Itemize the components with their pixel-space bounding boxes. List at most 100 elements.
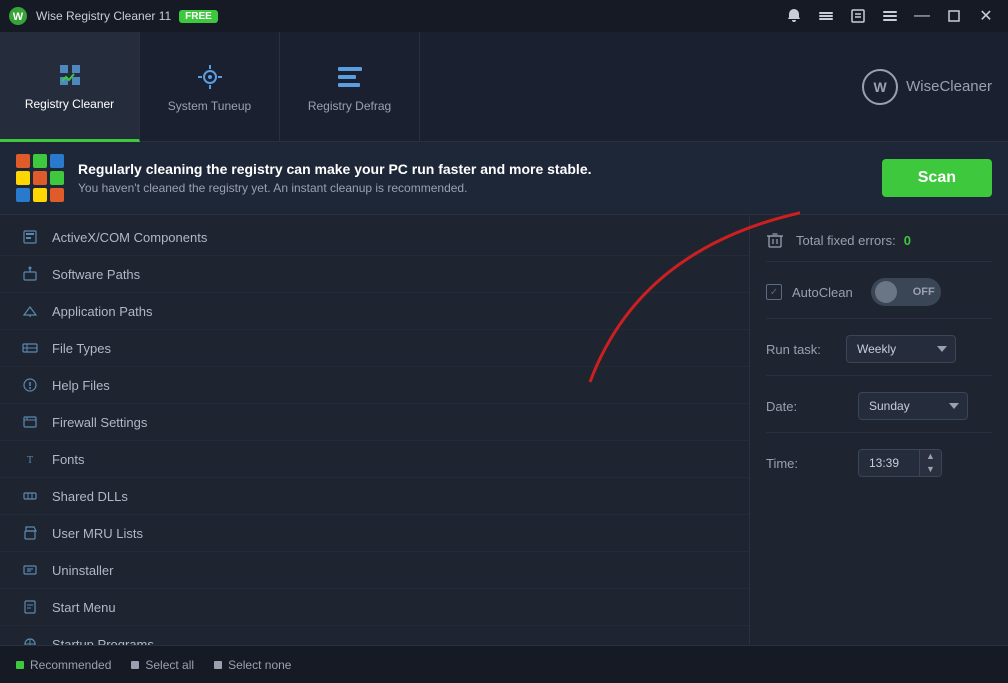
notification-icon <box>786 8 802 24</box>
banner-square-7 <box>16 188 30 202</box>
category-label: Software Paths <box>52 267 140 282</box>
banner-square-6 <box>50 171 64 185</box>
bookmark-icon-btn[interactable] <box>844 4 872 28</box>
time-decrement-btn[interactable]: ▼ <box>920 463 941 476</box>
svg-text:T: T <box>27 455 33 466</box>
notification-icon-btn[interactable] <box>780 4 808 28</box>
category-item[interactable]: Shared DLLs <box>0 478 749 515</box>
category-item[interactable]: Firewall Settings <box>0 404 749 441</box>
banner-square-5 <box>33 171 47 185</box>
category-item[interactable]: Help Files <box>0 367 749 404</box>
trash-icon <box>766 231 784 249</box>
status-dot-select-all <box>131 661 139 669</box>
system-tuneup-icon <box>194 61 226 93</box>
category-icon <box>20 525 40 541</box>
banner-square-1 <box>16 154 30 168</box>
category-label: Startup Programs <box>52 637 154 646</box>
status-select-all[interactable]: Select all <box>131 658 194 672</box>
autocln-toggle[interactable]: OFF <box>871 278 941 306</box>
app-title: Wise Registry Cleaner 11 <box>36 9 171 23</box>
category-label: Application Paths <box>52 304 152 319</box>
tab-registry-defrag[interactable]: Registry Defrag <box>280 32 420 142</box>
free-badge: FREE <box>179 10 218 23</box>
menu-icon-btn[interactable] <box>876 4 904 28</box>
status-recommended[interactable]: Recommended <box>16 658 111 672</box>
svg-text:W: W <box>13 11 24 23</box>
category-item[interactable]: Startup Programs <box>0 626 749 645</box>
status-label-select-all: Select all <box>145 658 194 672</box>
time-wrapper: 13:39 ▲ ▼ <box>858 449 942 477</box>
category-item[interactable]: Software Paths <box>0 256 749 293</box>
total-fixed-label: Total fixed errors: <box>796 233 896 248</box>
category-label: Fonts <box>52 452 85 467</box>
category-icon <box>20 377 40 393</box>
category-label: Start Menu <box>52 600 116 615</box>
registry-cleaner-icon <box>54 59 86 91</box>
settings-icon <box>818 8 834 24</box>
tab-system-tuneup-label: System Tuneup <box>168 99 251 113</box>
right-panel: Total fixed errors: 0 ✓ AutoClean OFF Ru… <box>750 215 1008 645</box>
category-item[interactable]: ActiveX/COM Components <box>0 219 749 256</box>
date-label: Date: <box>766 399 846 414</box>
category-label: Shared DLLs <box>52 489 128 504</box>
title-left: W Wise Registry Cleaner 11 FREE <box>8 6 218 26</box>
category-icon <box>20 562 40 578</box>
banner-square-2 <box>33 154 47 168</box>
total-fixed-value: 0 <box>904 233 911 248</box>
banner-square-4 <box>16 171 30 185</box>
category-icon <box>20 414 40 430</box>
autocln-label: AutoClean <box>792 285 853 300</box>
banner-main-text: Regularly cleaning the registry can make… <box>78 161 868 177</box>
scan-button[interactable]: Scan <box>882 159 992 197</box>
status-label-select-none: Select none <box>228 658 291 672</box>
tab-registry-cleaner[interactable]: Registry Cleaner <box>0 32 140 142</box>
close-button[interactable]: ✕ <box>972 4 1000 28</box>
category-icon <box>20 599 40 615</box>
autocln-row: ✓ AutoClean OFF <box>766 278 992 319</box>
run-task-row: Run task: Weekly Daily Monthly <box>766 335 992 376</box>
main-content: ActiveX/COM Components Software Paths Ap… <box>0 215 1008 645</box>
bookmark-icon <box>850 8 866 24</box>
category-label: Help Files <box>52 378 110 393</box>
maximize-button[interactable] <box>940 4 968 28</box>
brand-area: W WiseCleaner <box>862 69 992 105</box>
banner-square-8 <box>33 188 47 202</box>
category-icon <box>20 340 40 356</box>
time-row: Time: 13:39 ▲ ▼ <box>766 449 992 489</box>
status-select-none[interactable]: Select none <box>214 658 291 672</box>
category-item[interactable]: T Fonts <box>0 441 749 478</box>
date-row: Date: Sunday Monday Tuesday Wednesday Th… <box>766 392 992 433</box>
category-icon <box>20 266 40 282</box>
status-dot-recommended <box>16 661 24 669</box>
maximize-icon <box>948 10 960 22</box>
toggle-knob <box>875 281 897 303</box>
registry-defrag-icon <box>334 61 366 93</box>
menu-icon <box>882 8 898 24</box>
tab-registry-defrag-label: Registry Defrag <box>308 99 391 113</box>
category-icon: T <box>20 451 40 467</box>
category-item[interactable]: Uninstaller <box>0 552 749 589</box>
date-select[interactable]: Sunday Monday Tuesday Wednesday Thursday… <box>858 392 968 420</box>
run-task-label: Run task: <box>766 342 846 357</box>
app-logo-icon: W <box>8 6 28 26</box>
total-fixed-row: Total fixed errors: 0 <box>766 231 992 262</box>
time-display: 13:39 <box>859 450 919 476</box>
category-label: Uninstaller <box>52 563 113 578</box>
category-item[interactable]: Application Paths <box>0 293 749 330</box>
category-label: File Types <box>52 341 111 356</box>
banner-icon <box>16 154 64 202</box>
category-item[interactable]: File Types <box>0 330 749 367</box>
banner-square-3 <box>50 154 64 168</box>
category-icon <box>20 488 40 504</box>
time-increment-btn[interactable]: ▲ <box>920 450 941 463</box>
category-item[interactable]: User MRU Lists <box>0 515 749 552</box>
category-icon <box>20 229 40 245</box>
run-task-select[interactable]: Weekly Daily Monthly <box>846 335 956 363</box>
status-label-recommended: Recommended <box>30 658 111 672</box>
info-banner: Regularly cleaning the registry can make… <box>0 142 1008 215</box>
settings-icon-btn[interactable] <box>812 4 840 28</box>
category-item[interactable]: Start Menu <box>0 589 749 626</box>
category-label: ActiveX/COM Components <box>52 230 207 245</box>
minimize-button[interactable]: — <box>908 4 936 28</box>
tab-system-tuneup[interactable]: System Tuneup <box>140 32 280 142</box>
